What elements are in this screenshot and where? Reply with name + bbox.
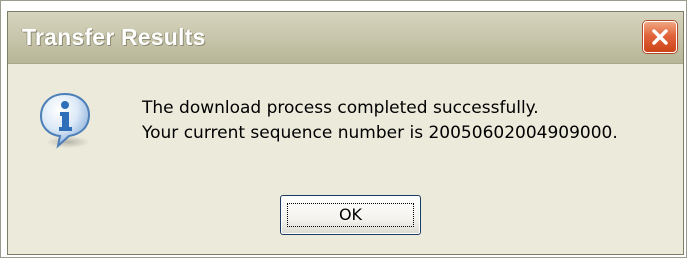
close-icon: [652, 29, 668, 45]
close-button[interactable]: [643, 21, 677, 53]
screenshot-frame: Transfer Results The download process co…: [0, 0, 687, 258]
title-bar[interactable]: Transfer Results: [8, 12, 683, 64]
dialog-window: Transfer Results The download process co…: [7, 11, 684, 255]
message-text: The download process completed successfu…: [142, 96, 618, 146]
ok-button[interactable]: OK: [280, 195, 421, 235]
window-title: Transfer Results: [22, 24, 206, 50]
message-line-2: Your current sequence number is 20050602…: [142, 123, 618, 143]
info-icon: [39, 92, 91, 149]
message-line-1: The download process completed successfu…: [142, 98, 539, 118]
ok-button-label: OK: [338, 205, 363, 224]
